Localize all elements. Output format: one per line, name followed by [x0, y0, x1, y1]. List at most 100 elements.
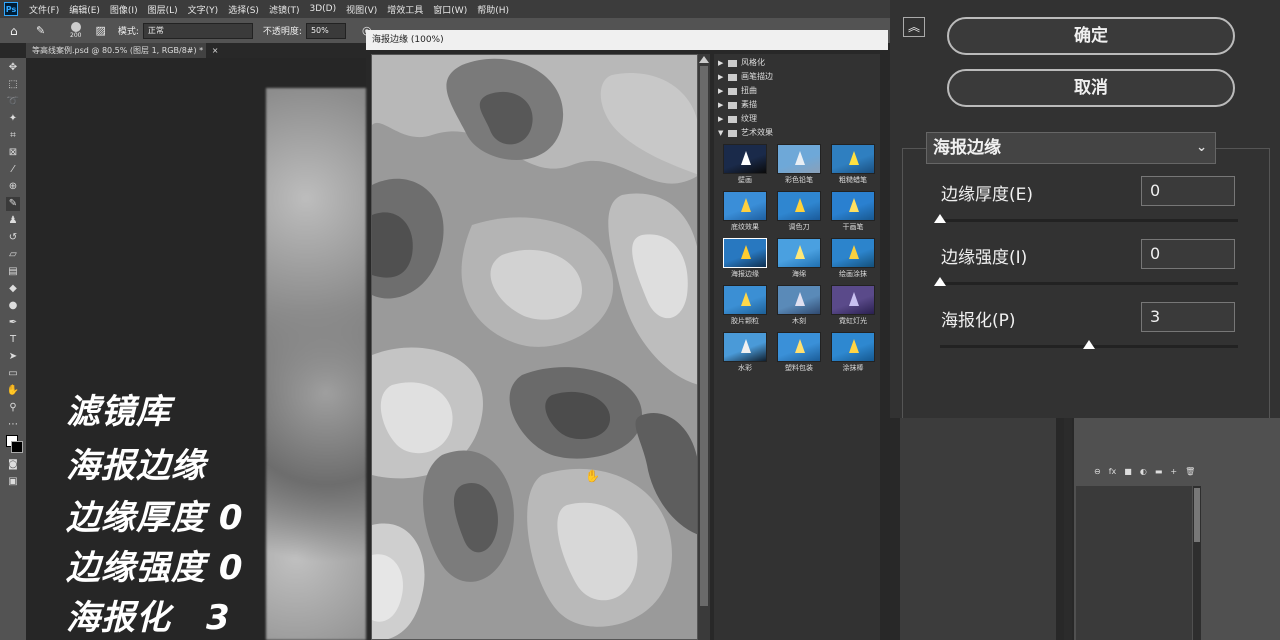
gradient-tool-icon[interactable]: ▤ [6, 265, 20, 279]
move-tool-icon[interactable]: ✥ [6, 61, 20, 75]
folder-distort[interactable]: ▶ 扭曲 [714, 84, 880, 98]
menu-view[interactable]: 视图(V) [341, 3, 382, 16]
hand-tool-icon[interactable]: ✋ [6, 384, 20, 398]
home-icon[interactable]: ⌂ [10, 24, 28, 38]
history-brush-icon[interactable]: ↺ [6, 231, 20, 245]
filter-select-value: 海报边缘 [933, 138, 1001, 158]
quick-mask-icon[interactable]: ◙ [6, 458, 20, 472]
crop-tool-icon[interactable]: ⌗ [6, 129, 20, 143]
filter-thumbnail[interactable]: 底纹效果 [718, 187, 772, 234]
caption-edge-intensity: 边缘强度 0 [66, 548, 244, 588]
posterization-input[interactable]: 3 [1141, 302, 1235, 332]
opacity-field[interactable]: 50% [305, 22, 346, 39]
magic-wand-tool-icon[interactable]: ✦ [6, 112, 20, 126]
edge-intensity-slider-thumb[interactable] [934, 277, 946, 286]
folder-artistic[interactable]: ▼ 艺术效果 [714, 126, 880, 140]
filter-thumbnail-image [723, 238, 767, 268]
shape-tool-icon[interactable]: ▭ [6, 367, 20, 381]
edge-thickness-input[interactable]: 0 [1141, 176, 1235, 206]
menu-filter[interactable]: 滤镜(T) [264, 3, 305, 16]
edge-thickness-slider-thumb[interactable] [934, 214, 946, 223]
brush-tool-icon[interactable]: ✎ [36, 24, 54, 37]
document-tab[interactable]: 等高线案例.psd @ 80.5% (图层 1, RGB/8#) * × [26, 43, 218, 58]
stamp-tool-icon[interactable]: ♟ [6, 214, 20, 228]
frame-tool-icon[interactable]: ⊠ [6, 146, 20, 160]
edge-thickness-slider[interactable] [940, 219, 1238, 222]
more-tools-icon[interactable]: ⋯ [6, 418, 20, 432]
layers-scroll-thumb[interactable] [1194, 488, 1200, 542]
folder-texture[interactable]: ▶ 纹理 [714, 112, 880, 126]
folder-icon[interactable]: ▬ [1155, 467, 1163, 476]
mode-select[interactable]: 正常 [142, 22, 253, 39]
filter-thumbnail[interactable]: 塑料包装 [772, 328, 826, 375]
posterization-slider-thumb[interactable] [1083, 340, 1095, 349]
folder-stylize[interactable]: ▶ 风格化 [714, 56, 880, 70]
cancel-button[interactable]: 取消 [947, 69, 1235, 107]
scroll-thumb[interactable] [700, 66, 708, 606]
pen-tool-icon[interactable]: ✒ [6, 316, 20, 330]
link-icon[interactable]: ⊖ [1094, 467, 1101, 476]
filter-thumbnail[interactable]: 木刻 [772, 281, 826, 328]
filter-thumbnail[interactable]: 胶片颗粒 [718, 281, 772, 328]
ok-button[interactable]: 确定 [947, 17, 1235, 55]
brush-panel-icon[interactable]: ▨ [95, 24, 105, 37]
filter-thumbnail[interactable]: 霓虹灯光 [826, 281, 880, 328]
filter-thumbnail[interactable]: 调色刀 [772, 187, 826, 234]
trash-icon[interactable]: 🗑 [1185, 467, 1195, 476]
filter-gallery-title: 海报边缘 (100%) [372, 35, 444, 45]
menu-layer[interactable]: 图层(L) [143, 3, 183, 16]
path-select-tool-icon[interactable]: ➤ [6, 350, 20, 364]
adjustment-icon[interactable]: ◐ [1140, 467, 1147, 476]
filter-select[interactable]: 海报边缘 ⌄ [926, 132, 1216, 164]
folder-sketch[interactable]: ▶ 素描 [714, 98, 880, 112]
filter-thumbnail[interactable]: 涂抹棒 [826, 328, 880, 375]
folder-brush-strokes[interactable]: ▶ 画笔描边 [714, 70, 880, 84]
scroll-up-arrow-icon[interactable] [699, 56, 709, 63]
brush-tool-icon[interactable]: ✎ [6, 197, 20, 211]
filter-thumbnail[interactable]: 彩色铅笔 [772, 140, 826, 187]
menu-plugins[interactable]: 增效工具 [382, 3, 428, 16]
brush-size-value: 200 [70, 32, 82, 39]
filter-thumbnail[interactable]: 粗糙蜡笔 [826, 140, 880, 187]
chevron-up-icon[interactable]: ︽ [903, 17, 925, 37]
sailboat-glyph [795, 245, 805, 259]
marquee-tool-icon[interactable]: ⬚ [6, 78, 20, 92]
preview-scrollbar[interactable] [698, 54, 710, 640]
blur-tool-icon[interactable]: ◆ [6, 282, 20, 296]
healing-tool-icon[interactable]: ⊕ [6, 180, 20, 194]
filter-thumbnail[interactable]: 海报边缘 [718, 234, 772, 281]
brush-size-preview[interactable]: 200 [70, 22, 81, 39]
menu-file[interactable]: 文件(F) [24, 3, 64, 16]
type-tool-icon[interactable]: T [6, 333, 20, 347]
zoom-tool-icon[interactable]: ⚲ [6, 401, 20, 415]
filter-thumbnail[interactable]: 水彩 [718, 328, 772, 375]
edge-intensity-input[interactable]: 0 [1141, 239, 1235, 269]
panel-divider [1064, 418, 1072, 640]
layers-scrollbar[interactable] [1193, 486, 1201, 640]
filter-thumbnail[interactable]: 海绵 [772, 234, 826, 281]
menu-image[interactable]: 图像(I) [105, 3, 143, 16]
filter-preview[interactable] [371, 54, 698, 640]
menu-window[interactable]: 窗口(W) [428, 3, 472, 16]
new-layer-icon[interactable]: + [1170, 467, 1177, 476]
sailboat-glyph [849, 151, 859, 165]
screen-mode-icon[interactable]: ▣ [6, 475, 20, 489]
eraser-tool-icon[interactable]: ▱ [6, 248, 20, 262]
dodge-tool-icon[interactable]: ● [6, 299, 20, 313]
menu-help[interactable]: 帮助(H) [472, 3, 514, 16]
filter-thumbnail-label: 水彩 [738, 364, 752, 372]
color-swatches-icon[interactable] [6, 435, 23, 455]
filter-thumbnail[interactable]: 干画笔 [826, 187, 880, 234]
mask-icon[interactable]: ■ [1124, 467, 1132, 476]
fx-icon[interactable]: fx [1109, 467, 1117, 476]
menu-3d[interactable]: 3D(D) [304, 4, 341, 14]
filter-thumbnail[interactable]: 绘画涂抹 [826, 234, 880, 281]
filter-thumbnail[interactable]: 壁画 [718, 140, 772, 187]
menu-edit[interactable]: 编辑(E) [64, 3, 105, 16]
close-icon[interactable]: × [212, 46, 219, 55]
eyedropper-tool-icon[interactable]: ⁄ [6, 163, 20, 177]
lasso-tool-icon[interactable]: ➰ [6, 95, 20, 109]
menu-select[interactable]: 选择(S) [223, 3, 264, 16]
menu-type[interactable]: 文字(Y) [183, 3, 224, 16]
edge-intensity-slider[interactable] [940, 282, 1238, 285]
